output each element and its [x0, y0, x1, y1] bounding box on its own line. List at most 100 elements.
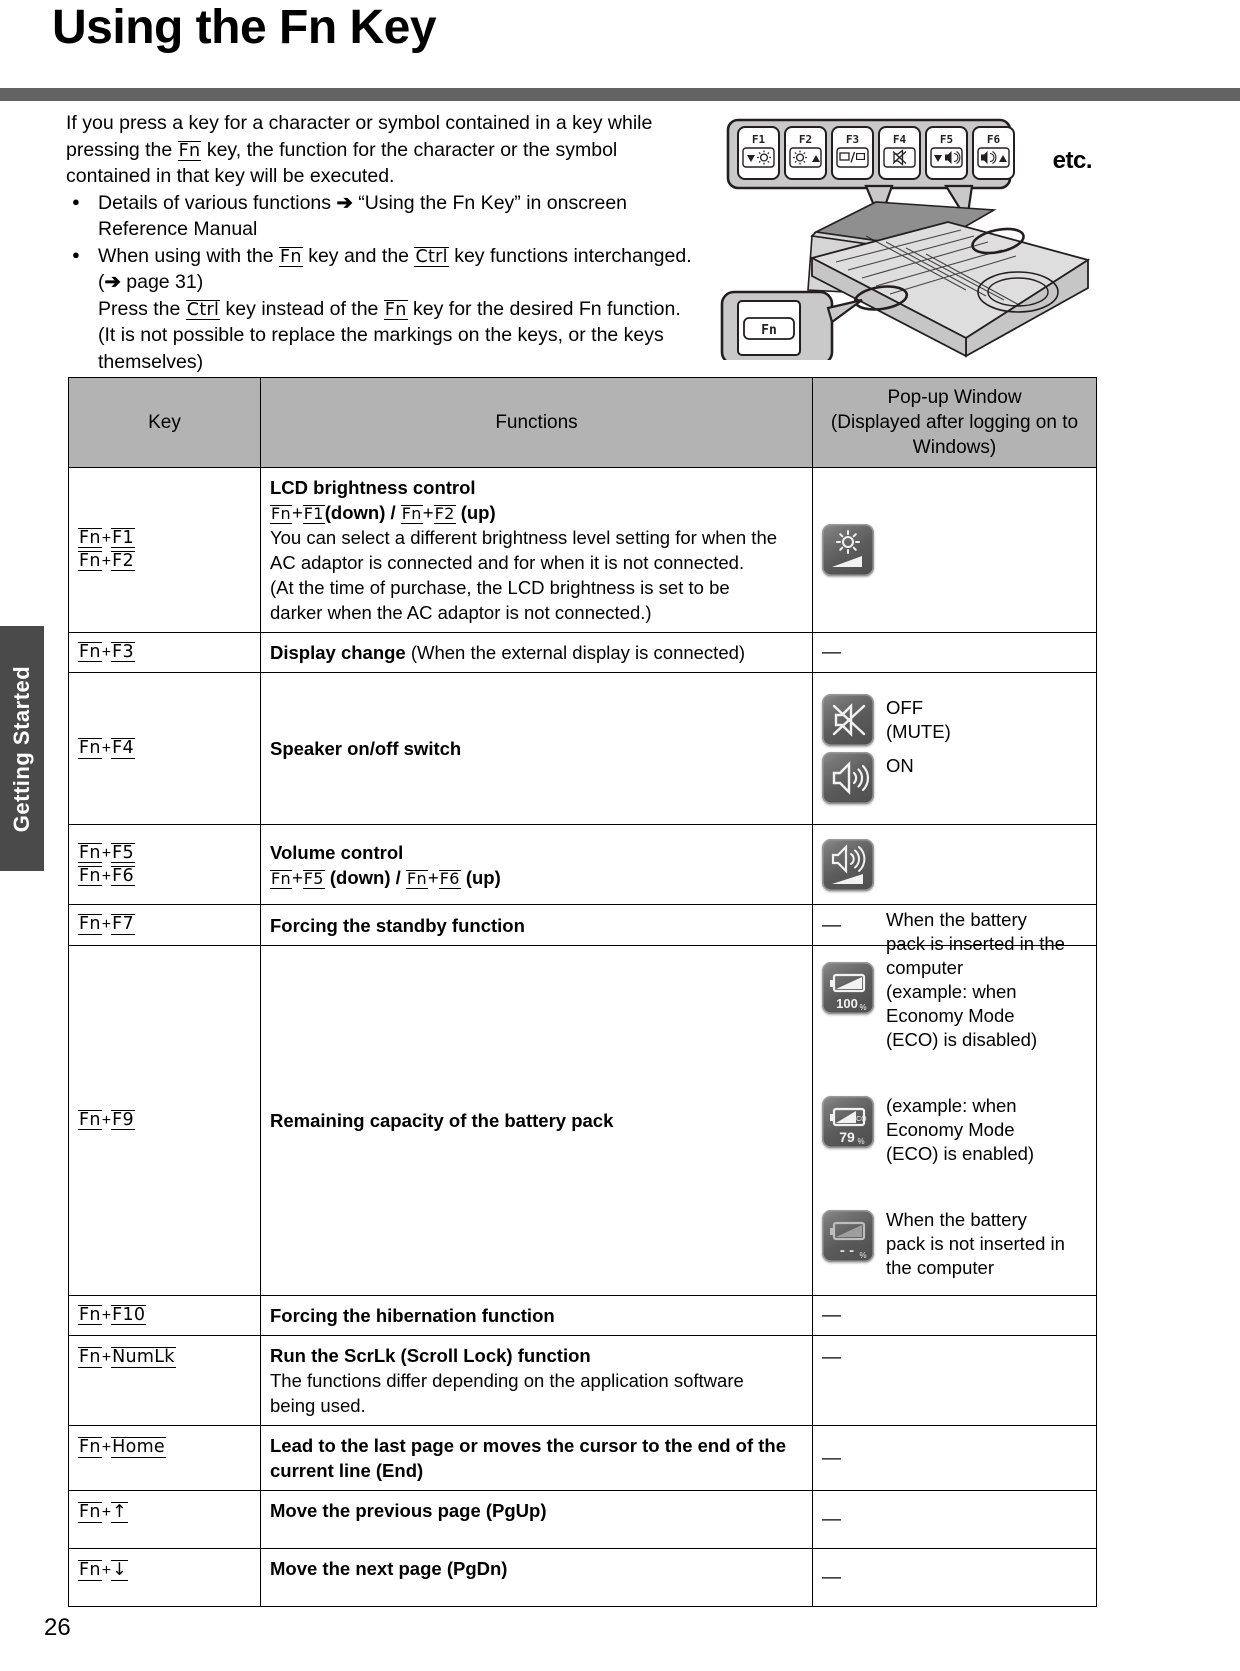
key-cell: Fn+NumLk: [68, 1335, 261, 1427]
intro-block: If you press a key for a character or sy…: [66, 110, 701, 375]
laptop-illustration: .ln{fill:none;stroke:#231f20;stroke-widt…: [716, 110, 1096, 366]
key-chip-f6: F6: [438, 868, 461, 889]
function-cell: Move the next page (PgDn): [260, 1548, 813, 1608]
svg-text:F3: F3: [846, 133, 859, 146]
function-cell: Volume control Fn+F5 (down) / Fn+F6 (up): [260, 824, 813, 906]
key-chip-f4: F4: [111, 738, 135, 759]
key-cell: Fn+F10: [68, 1294, 261, 1337]
key-chip-home: Home: [111, 1437, 166, 1458]
bullet-item-2: When using with the Fn key and the Ctrl …: [66, 242, 701, 376]
function-title: Move the previous page (PgUp): [270, 1500, 547, 1522]
etc-label: etc.: [1052, 147, 1093, 174]
svg-text:F6: F6: [987, 133, 1001, 146]
svg-text:%: %: [857, 1137, 864, 1146]
column-header-functions: Functions: [260, 377, 813, 468]
popup-cell: OFF (MUTE) ON: [812, 672, 1097, 826]
popup-icon-label: (example: when Economy Mode (ECO) is ena…: [886, 1092, 1034, 1166]
key-cell: Fn+F3: [68, 631, 261, 674]
function-title: Move the next page (PgDn): [270, 1558, 508, 1580]
label-line: Economy Mode: [886, 1004, 1015, 1026]
popup-icon-row: OFF (MUTE): [822, 693, 951, 746]
speaker-on-popup-icon: [822, 751, 874, 804]
table-row: Fn+F1 Fn+F2 LCD brightness control Fn+F1…: [68, 467, 1097, 633]
svg-text:%: %: [859, 1251, 866, 1260]
key-cell: Fn+↓: [68, 1548, 261, 1608]
popup-cell: [812, 824, 1097, 906]
key-cell: Fn+F7: [68, 904, 261, 946]
label-line: When the battery: [886, 1208, 1027, 1230]
label-line: (ECO) is enabled): [886, 1142, 1035, 1164]
popup-header-line1: Pop-up Window: [887, 387, 1022, 408]
bullet2-l2a: Press the: [98, 297, 186, 320]
key-chip-f9: F9: [111, 1109, 135, 1130]
key-chip-fn: Fn: [78, 527, 102, 548]
page-number: 26: [44, 1614, 71, 1641]
popup-header-line2: (Displayed after logging on to: [830, 412, 1079, 433]
popup-icon-row: ECO 79 % (example: when Economy Mode (EC…: [822, 1095, 1034, 1166]
bullet1-text: Details of various functions: [98, 191, 332, 214]
popup-dash: —: [822, 1447, 841, 1469]
key-combo: Fn+F2: [78, 551, 135, 572]
popup-cell: 100 % When the battery pack is inserted …: [812, 909, 1097, 1296]
key-chip-fn: Fn: [405, 868, 428, 889]
key-cell: Fn+F4: [68, 672, 261, 826]
key-combo: Fn+NumLk: [78, 1347, 176, 1368]
battery-79-eco-icon: ECO 79 %: [822, 1095, 874, 1148]
popup-cell: [812, 467, 1097, 633]
popup-cell: —: [812, 1335, 1097, 1427]
key-cell: Fn+Home: [68, 1425, 261, 1492]
label-line: pack is not inserted in: [886, 1232, 1065, 1254]
key-chip-f6: F6: [111, 865, 135, 887]
function-cell: LCD brightness control Fn+F1(down) / Fn+…: [260, 467, 813, 633]
key-chip-ctrl: Ctrl: [185, 299, 221, 320]
keyline-suffix-a: (down) /: [324, 502, 396, 523]
bullet2-d: page 31): [120, 271, 204, 293]
key-combo: Fn+F10: [78, 1304, 147, 1326]
volume-popup-icon: [822, 838, 874, 891]
svg-text:79: 79: [839, 1129, 855, 1145]
function-cell: Remaining capacity of the battery pack: [260, 944, 813, 1296]
key-chip-f5: F5: [111, 842, 135, 863]
fn-key-table: Key Functions Pop-up Window (Displayed a…: [68, 377, 1097, 1608]
label-line: Economy Mode: [886, 1118, 1015, 1140]
svg-text:%: %: [859, 1003, 866, 1012]
table-row: Fn+F10 Forcing the hibernation function …: [68, 1294, 1097, 1337]
function-title: Speaker on/off switch: [270, 738, 462, 760]
popup-cell: —: [812, 631, 1097, 674]
table-row: Fn+NumLk Run the ScrLk (Scroll Lock) fun…: [68, 1335, 1097, 1427]
function-body-line: You can select a different brightness le…: [270, 527, 778, 548]
key-chip-fn: Fn: [78, 1347, 102, 1368]
table-row: Fn+F5 Fn+F6 Volume control Fn+F5 (down) …: [68, 824, 1097, 906]
label-line: (MUTE): [886, 720, 951, 742]
function-body-line: AC adaptor is connected and for when it …: [270, 552, 745, 573]
side-tab-label: Getting Started: [9, 665, 34, 832]
key-chip-fn: Fn: [78, 914, 102, 935]
key-chip-arrow-down: ↓: [111, 1560, 129, 1581]
svg-text:F2: F2: [799, 133, 812, 146]
key-chip-f10: F10: [111, 1304, 147, 1326]
key-chip-fn: Fn: [78, 1502, 102, 1523]
label-line: the computer: [886, 1256, 994, 1278]
bullet2-l2c: key for the desired Fn function.: [407, 297, 681, 320]
popup-icon-row: - - % When the battery pack is not inser…: [822, 1208, 1065, 1280]
function-title: Lead to the last page or moves the curso…: [270, 1435, 787, 1482]
arrow-icon: ➔: [336, 191, 353, 214]
bullet2-l3: (It is not possible to replace the marki…: [98, 324, 664, 373]
svg-text:Fn: Fn: [761, 323, 777, 338]
key-chip-f5: F5: [302, 868, 325, 889]
arrow-icon: ➔: [104, 271, 121, 293]
key-chip-fn: Fn: [78, 865, 102, 887]
key-chip-f1: F1: [111, 527, 135, 548]
svg-text:F4: F4: [893, 133, 907, 146]
function-body-line: being used.: [270, 1395, 366, 1417]
column-header-key: Key: [68, 377, 261, 468]
label-line: OFF: [886, 696, 923, 718]
function-cell: Run the ScrLk (Scroll Lock) function The…: [260, 1335, 813, 1427]
key-chip-fn: Fn: [78, 738, 102, 759]
popup-header-line3: Windows): [912, 437, 997, 458]
label-line: When the battery: [886, 908, 1027, 930]
key-chip-fn: Fn: [177, 140, 202, 161]
battery-100-icon: 100 %: [822, 961, 874, 1014]
function-cell: Move the previous page (PgUp): [260, 1490, 813, 1550]
key-chip-f2: F2: [111, 551, 135, 572]
